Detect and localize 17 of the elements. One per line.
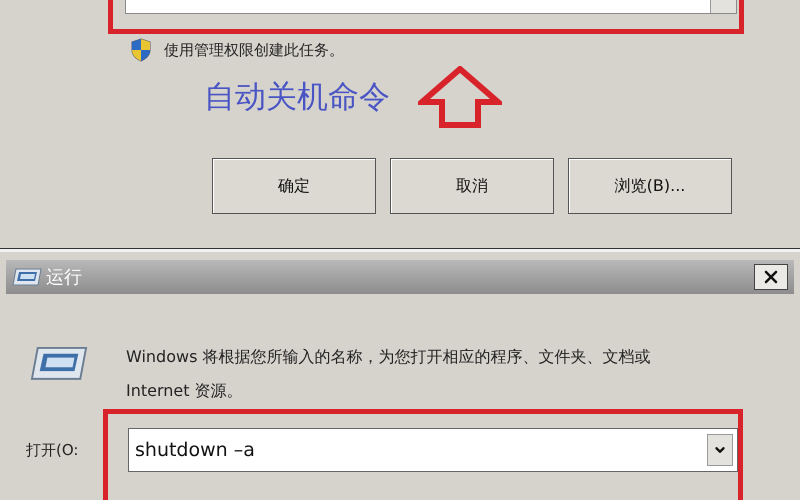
annotation-text: 自动关机命令: [204, 78, 390, 117]
command-text: shutdown –a: [134, 438, 256, 463]
open-field[interactable]: [125, 0, 737, 14]
close-button[interactable]: [754, 264, 788, 290]
dialog-button[interactable]: 确定: [212, 158, 376, 214]
up-arrow-icon: [418, 66, 502, 128]
open-label: 打开(O:: [26, 441, 78, 459]
dialog-button[interactable]: 浏览(B)...: [568, 158, 732, 214]
run-icon: [12, 268, 42, 286]
description-text: Windows 将根据您所输入的名称，为您打开相应的程序、文件夹、文档或 Internet 资源。: [126, 346, 652, 402]
run-icon: [30, 346, 88, 381]
dialog-button[interactable]: 取消: [390, 158, 554, 214]
shield-icon: [130, 38, 152, 62]
window-title: 运行: [46, 266, 82, 290]
admin-note: 使用管理权限创建此任务。: [164, 40, 344, 61]
dropdown-button[interactable]: [707, 434, 733, 466]
command-field[interactable]: shutdown –a: [128, 428, 738, 472]
